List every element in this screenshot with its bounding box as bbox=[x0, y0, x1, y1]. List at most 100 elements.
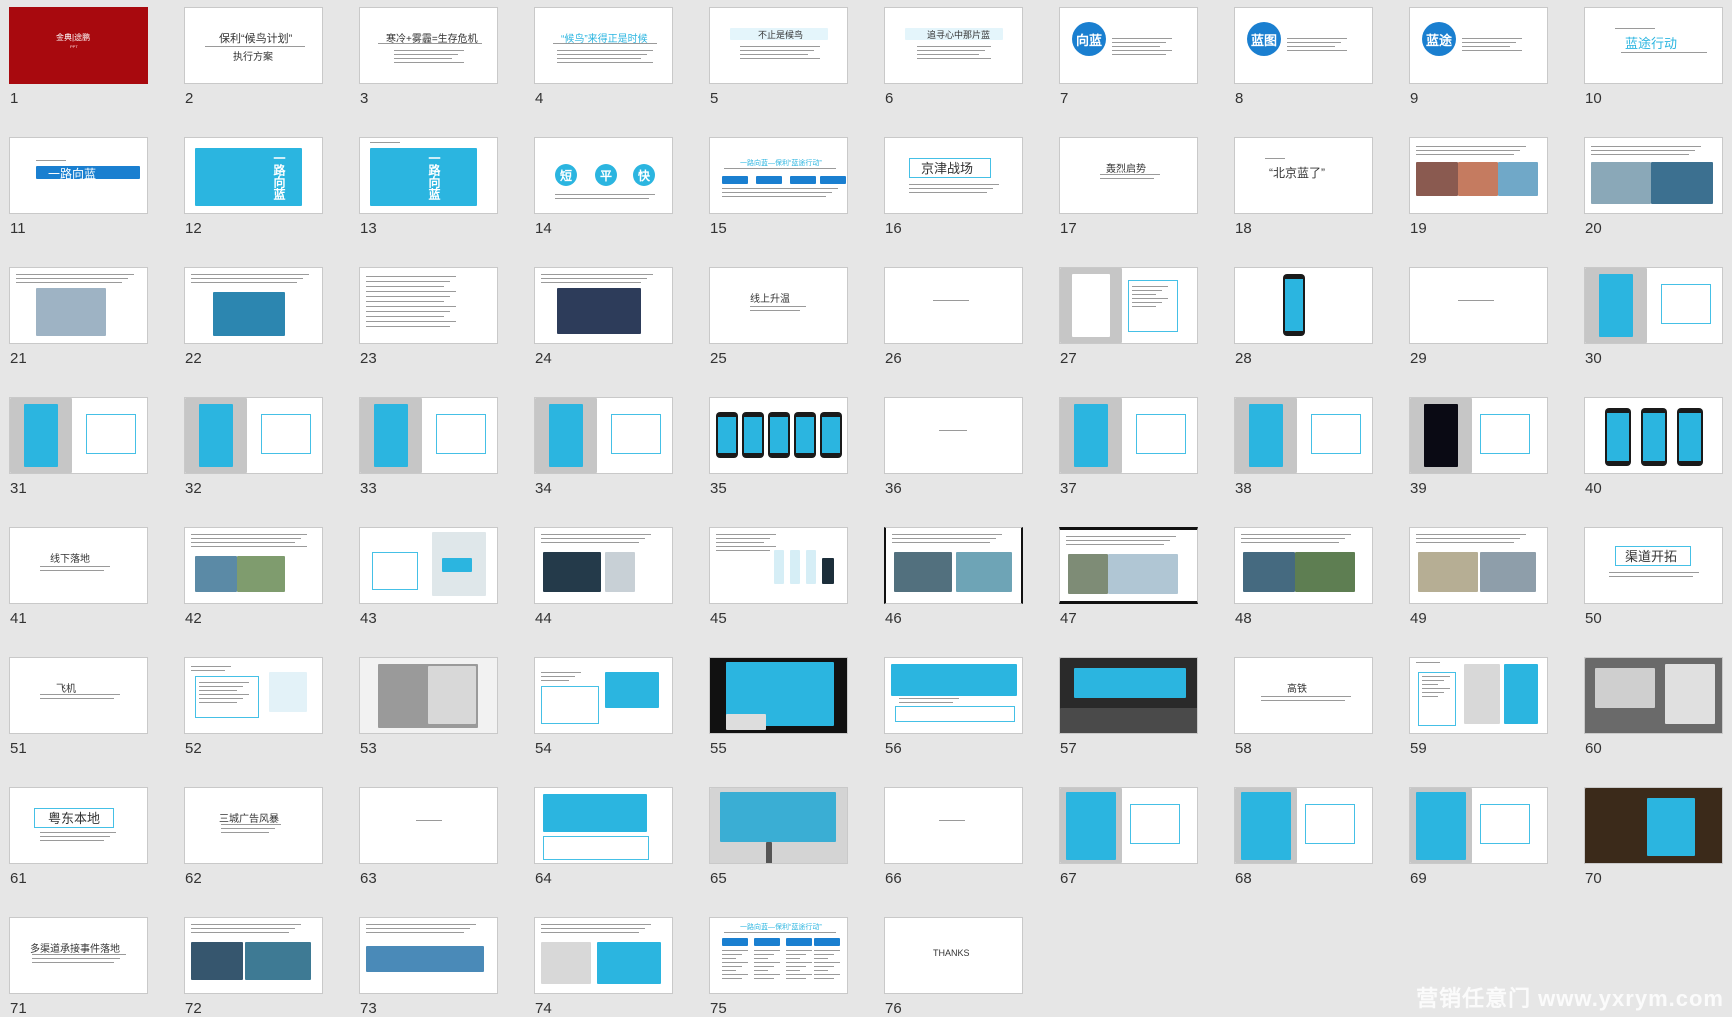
slide-thumbnail-19[interactable]: 19 bbox=[1409, 137, 1549, 237]
slide-thumbnail-35[interactable]: 35 bbox=[709, 397, 849, 497]
slide-thumbnail-14[interactable]: 短 平 快 14 bbox=[534, 137, 674, 237]
slide-thumbnail-31[interactable]: 31 bbox=[9, 397, 149, 497]
slide-thumbnail-68[interactable]: 68 bbox=[1234, 787, 1374, 887]
slide-thumbnail-63[interactable]: 63 bbox=[359, 787, 499, 887]
slide-thumbnail-50[interactable]: 渠道开拓 50 bbox=[1584, 527, 1724, 627]
slide-preview bbox=[1584, 397, 1723, 474]
slide-thumbnail-23[interactable]: 23 bbox=[359, 267, 499, 367]
text-line bbox=[16, 278, 128, 279]
slide-thumbnail-17[interactable]: 轰烈启势 17 bbox=[1059, 137, 1199, 237]
slide-thumbnail-74[interactable]: 74 bbox=[534, 917, 674, 1017]
slide-number: 43 bbox=[360, 610, 377, 627]
slide-thumbnail-76[interactable]: THANKS 76 bbox=[884, 917, 1024, 1017]
slide-thumbnail-67[interactable]: 67 bbox=[1059, 787, 1199, 887]
slide-thumbnail-60[interactable]: 60 bbox=[1584, 657, 1724, 757]
slide-thumbnail-64[interactable]: 64 bbox=[534, 787, 674, 887]
slide-thumbnail-2[interactable]: 保利“候鸟计划” 执行方案 2 bbox=[184, 7, 324, 107]
phone-mockup bbox=[794, 412, 816, 458]
slide-thumbnail-1[interactable]: 金典|途鹏 PPT 1 bbox=[9, 7, 149, 107]
slide-thumbnail-52[interactable]: 52 bbox=[184, 657, 324, 757]
slide-thumbnail-3[interactable]: 寒冷+雾霾=生存危机 3 bbox=[359, 7, 499, 107]
slide-thumbnail-66[interactable]: 66 bbox=[884, 787, 1024, 887]
slide-thumbnail-47[interactable]: 47 bbox=[1059, 527, 1199, 627]
slide-thumbnail-5[interactable]: 不止是候鸟 5 bbox=[709, 7, 849, 107]
slide-thumbnail-24[interactable]: 24 bbox=[534, 267, 674, 367]
text-line bbox=[892, 542, 990, 543]
text-line bbox=[754, 962, 780, 963]
slide-thumbnail-56[interactable]: 56 bbox=[884, 657, 1024, 757]
slide-number: 10 bbox=[1585, 90, 1602, 107]
slide-thumbnail-51[interactable]: 飞机 51 bbox=[9, 657, 149, 757]
text-line bbox=[40, 694, 120, 695]
slide-thumbnail-21[interactable]: 21 bbox=[9, 267, 149, 367]
slide-thumbnail-40[interactable]: 40 bbox=[1584, 397, 1724, 497]
slide-thumbnail-49[interactable]: 49 bbox=[1409, 527, 1549, 627]
slide-text: PPT bbox=[70, 44, 78, 49]
slide-thumbnail-54[interactable]: 54 bbox=[534, 657, 674, 757]
photo bbox=[605, 552, 635, 592]
slide-thumbnail-62[interactable]: 三城广告风暴 62 bbox=[184, 787, 324, 887]
slide-thumbnail-42[interactable]: 42 bbox=[184, 527, 324, 627]
slide-number: 15 bbox=[710, 220, 727, 237]
slide-number: 63 bbox=[360, 870, 377, 887]
slide-thumbnail-53[interactable]: 53 bbox=[359, 657, 499, 757]
slide-thumbnail-29[interactable]: 29 bbox=[1409, 267, 1549, 367]
photo bbox=[1665, 664, 1715, 724]
slide-thumbnail-27[interactable]: 27 bbox=[1059, 267, 1199, 367]
slide-thumbnail-75[interactable]: 一路向蓝—保利“蓝途行动” 75 bbox=[709, 917, 849, 1017]
slide-thumbnail-28[interactable]: 28 bbox=[1234, 267, 1374, 367]
text-line bbox=[899, 702, 953, 703]
slide-thumbnail-6[interactable]: 追寻心中那片蓝 6 bbox=[884, 7, 1024, 107]
slide-thumbnail-41[interactable]: 线下落地 41 bbox=[9, 527, 149, 627]
slide-thumbnail-61[interactable]: 粤东本地 61 bbox=[9, 787, 149, 887]
text-line bbox=[1615, 28, 1655, 29]
text-line bbox=[786, 962, 812, 963]
slide-preview bbox=[1409, 787, 1548, 864]
photo bbox=[442, 558, 472, 572]
slide-thumbnail-55[interactable]: 55 bbox=[709, 657, 849, 757]
slide-thumbnail-30[interactable]: 30 bbox=[1584, 267, 1724, 367]
slide-thumbnail-59[interactable]: 59 bbox=[1409, 657, 1549, 757]
slide-thumbnail-11[interactable]: 一路向蓝 11 bbox=[9, 137, 149, 237]
slide-thumbnail-16[interactable]: 京津战场 16 bbox=[884, 137, 1024, 237]
slide-thumbnail-58[interactable]: 高铁 58 bbox=[1234, 657, 1374, 757]
slide-thumbnail-72[interactable]: 72 bbox=[184, 917, 324, 1017]
slide-thumbnail-25[interactable]: 线上升温 25 bbox=[709, 267, 849, 367]
slide-thumbnail-71[interactable]: 多渠道承接事件落地 71 bbox=[9, 917, 149, 1017]
slide-thumbnail-9[interactable]: 蓝途 9 bbox=[1409, 7, 1549, 107]
slide-thumbnail-10[interactable]: 蓝途行动 10 bbox=[1584, 7, 1724, 107]
slide-thumbnail-44[interactable]: 44 bbox=[534, 527, 674, 627]
slide-thumbnail-45[interactable]: 45 bbox=[709, 527, 849, 627]
slide-thumbnail-12[interactable]: 一路向蓝 12 bbox=[184, 137, 324, 237]
photo bbox=[790, 550, 800, 584]
slide-thumbnail-34[interactable]: 34 bbox=[534, 397, 674, 497]
slide-thumbnail-13[interactable]: 一路向蓝 13 bbox=[359, 137, 499, 237]
slide-thumbnail-70[interactable]: 70 bbox=[1584, 787, 1724, 887]
slide-thumbnail-69[interactable]: 69 bbox=[1409, 787, 1549, 887]
slide-thumbnail-7[interactable]: 向蓝 7 bbox=[1059, 7, 1199, 107]
slide-thumbnail-8[interactable]: 蓝图 8 bbox=[1234, 7, 1374, 107]
slide-thumbnail-38[interactable]: 38 bbox=[1234, 397, 1374, 497]
slide-thumbnail-26[interactable]: 26 bbox=[884, 267, 1024, 367]
slide-thumbnail-65[interactable]: 65 bbox=[709, 787, 849, 887]
slide-thumbnail-48[interactable]: 48 bbox=[1234, 527, 1374, 627]
slide-thumbnail-33[interactable]: 33 bbox=[359, 397, 499, 497]
slide-thumbnail-32[interactable]: 32 bbox=[184, 397, 324, 497]
photo bbox=[605, 672, 659, 708]
slide-thumbnail-39[interactable]: 39 bbox=[1409, 397, 1549, 497]
slide-thumbnail-57[interactable]: 57 bbox=[1059, 657, 1199, 757]
slide-thumbnail-18[interactable]: “北京蓝了” 18 bbox=[1234, 137, 1374, 237]
slide-thumbnail-20[interactable]: 20 bbox=[1584, 137, 1724, 237]
slide-thumbnail-46[interactable]: 46 bbox=[884, 527, 1024, 627]
slide-thumbnail-15[interactable]: 一路向蓝—保利“蓝途行动” 15 bbox=[709, 137, 849, 237]
slide-thumbnail-4[interactable]: “候鸟”来得正是时候 4 bbox=[534, 7, 674, 107]
text-line bbox=[1416, 146, 1526, 147]
slide-thumbnail-43[interactable]: 43 bbox=[359, 527, 499, 627]
slide-number: 66 bbox=[885, 870, 902, 887]
slide-thumbnail-37[interactable]: 37 bbox=[1059, 397, 1199, 497]
slide-thumbnail-36[interactable]: 36 bbox=[884, 397, 1024, 497]
text-line bbox=[740, 46, 820, 47]
slide-preview bbox=[1409, 267, 1548, 344]
slide-thumbnail-22[interactable]: 22 bbox=[184, 267, 324, 367]
slide-thumbnail-73[interactable]: 73 bbox=[359, 917, 499, 1017]
